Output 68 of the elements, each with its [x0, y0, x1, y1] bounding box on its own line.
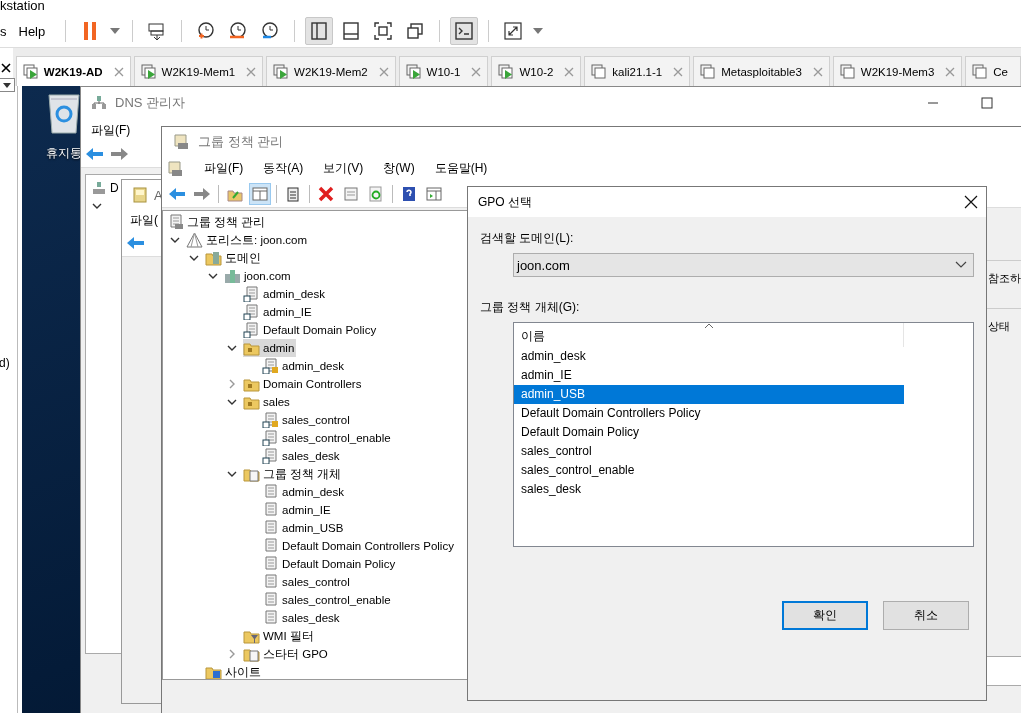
- desktop-icon-label: 휴지통: [46, 145, 82, 162]
- list-item[interactable]: admin_IE: [514, 366, 904, 385]
- tree-item[interactable]: sales_control_enable: [262, 429, 393, 447]
- tree-item[interactable]: WMI 필터: [243, 627, 316, 645]
- tree-item[interactable]: sales_control: [262, 411, 352, 429]
- vm-tab[interactable]: W10-1: [398, 56, 489, 86]
- vm-tab[interactable]: W2K19-AD: [15, 56, 131, 86]
- vm-tab[interactable]: W10-2: [491, 56, 582, 86]
- vm-tab[interactable]: Metasploitable3: [693, 56, 830, 86]
- tree-item[interactable]: 그룹 정책 관리: [167, 213, 268, 231]
- menu-item[interactable]: 파일(: [130, 211, 158, 229]
- window-title: 그룹 정책 관리: [198, 133, 284, 151]
- column-header[interactable]: 이름: [514, 323, 904, 347]
- menu-item[interactable]: 동작(A): [263, 160, 304, 177]
- field-label: 검색할 도메인(L):: [480, 230, 575, 246]
- gpo-list[interactable]: 이름 admin_desk admin_IE admin_USB Default Domain Controllers Policy Default Domain Policy sales_control sales_control_enable sales_desk: [513, 322, 974, 547]
- tree-item[interactable]: D: [110, 181, 119, 195]
- library-text: d): [0, 356, 10, 370]
- vm-tab[interactable]: W2K19-Mem3: [832, 56, 963, 86]
- tree-item[interactable]: admin_IE: [262, 501, 333, 519]
- vm-tab[interactable]: Ce: [965, 56, 1021, 86]
- tree-item[interactable]: admin_IE: [243, 303, 314, 321]
- window-title: DNS 관리자: [115, 94, 186, 112]
- list-item[interactable]: Default Domain Policy: [514, 423, 904, 442]
- vm-tab[interactable]: kali21.1-1: [584, 56, 691, 86]
- tree-item[interactable]: Default Domain Policy: [243, 321, 379, 339]
- tree-item[interactable]: sales: [243, 393, 292, 411]
- tree-item[interactable]: 그룹 정책 개체: [243, 465, 344, 483]
- menu-item[interactable]: 보기(V): [323, 160, 364, 177]
- field-label: 그룹 정책 개체(G):: [480, 299, 581, 315]
- tree-item[interactable]: admin_desk: [262, 483, 346, 501]
- tree-item[interactable]: sales_control_enable: [262, 591, 393, 609]
- tree-item[interactable]: sales_control: [262, 573, 352, 591]
- tree-item[interactable]: 도메인: [205, 249, 263, 267]
- menu-item[interactable]: 파일(F): [91, 121, 131, 139]
- ok-button[interactable]: 확인: [782, 601, 868, 630]
- tree-item[interactable]: admin_desk: [243, 285, 327, 303]
- menu-item[interactable]: 창(W): [383, 160, 415, 177]
- cancel-button[interactable]: 취소: [883, 601, 969, 630]
- tree-item[interactable]: 스타터 GPO: [243, 645, 330, 663]
- tree-item[interactable]: admin_desk: [262, 357, 346, 375]
- tree-item[interactable]: admin: [243, 339, 297, 357]
- menu-item[interactable]: 도움말(H): [434, 160, 488, 177]
- vm-tab[interactable]: W2K19-Mem1: [133, 56, 264, 86]
- vm-tab[interactable]: W2K19-Mem2: [266, 56, 396, 86]
- tree-item[interactable]: sales_desk: [262, 447, 342, 465]
- tree-item[interactable]: sales_desk: [262, 609, 342, 627]
- menu-item[interactable]: s: [0, 23, 15, 39]
- list-item[interactable]: sales_control_enable: [514, 461, 904, 480]
- list-item[interactable]: admin_desk: [514, 347, 904, 366]
- pane-text: 상태: [988, 320, 1010, 332]
- menu-item[interactable]: 파일(F): [204, 160, 244, 177]
- tree-item[interactable]: Domain Controllers: [243, 375, 364, 393]
- list-item[interactable]: admin_USB: [514, 385, 904, 404]
- tree-item[interactable]: Default Domain Controllers Policy: [262, 537, 456, 555]
- tree-item[interactable]: joon.com: [224, 267, 293, 285]
- domain-dropdown[interactable]: joon.com: [513, 253, 974, 277]
- dialog-title: GPO 선택: [478, 193, 532, 211]
- list-item[interactable]: Default Domain Controllers Policy: [514, 404, 904, 423]
- tree-item[interactable]: 사이트: [205, 663, 263, 679]
- list-item[interactable]: sales_desk: [514, 480, 904, 499]
- app-title: kstation: [0, 0, 46, 15]
- tree-item[interactable]: Default Domain Policy: [262, 555, 398, 573]
- menu-item[interactable]: Help: [18, 23, 56, 39]
- list-item[interactable]: sales_control: [514, 442, 904, 461]
- tree-item[interactable]: 포리스트: joon.com: [186, 231, 310, 249]
- tree-item[interactable]: admin_USB: [262, 519, 346, 537]
- pane-text: 참조하: [988, 272, 1021, 284]
